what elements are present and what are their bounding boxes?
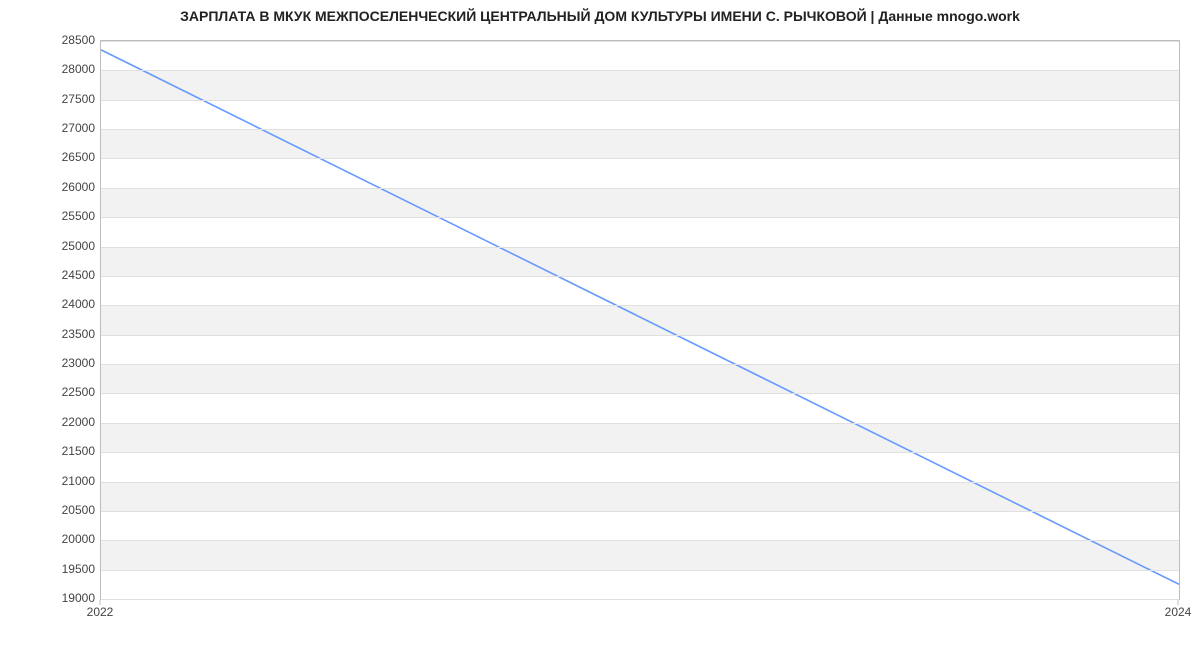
y-grid-line <box>101 452 1179 453</box>
y-grid-line <box>101 41 1179 42</box>
y-tick-label: 27500 <box>15 92 95 106</box>
y-grid-line <box>101 247 1179 248</box>
y-tick-label: 28000 <box>15 62 95 76</box>
y-grid-line <box>101 540 1179 541</box>
chart-container: ЗАРПЛАТА В МКУК МЕЖПОСЕЛЕНЧЕСКИЙ ЦЕНТРАЛ… <box>0 0 1200 650</box>
y-grid-line <box>101 511 1179 512</box>
y-tick-label: 27000 <box>15 121 95 135</box>
x-tick-label: 2024 <box>1165 605 1192 619</box>
y-tick-label: 21000 <box>15 474 95 488</box>
plot-area <box>100 40 1180 600</box>
y-grid-line <box>101 570 1179 571</box>
y-tick-label: 19500 <box>15 562 95 576</box>
y-grid-line <box>101 129 1179 130</box>
y-grid-line <box>101 393 1179 394</box>
y-tick-label: 19000 <box>15 591 95 605</box>
x-tick-label: 2022 <box>87 605 114 619</box>
y-grid-line <box>101 158 1179 159</box>
y-tick-label: 25000 <box>15 239 95 253</box>
y-grid-line <box>101 276 1179 277</box>
y-tick-label: 22000 <box>15 415 95 429</box>
y-grid-line <box>101 482 1179 483</box>
y-grid-line <box>101 188 1179 189</box>
y-tick-label: 26500 <box>15 150 95 164</box>
y-tick-label: 28500 <box>15 33 95 47</box>
y-tick-label: 25500 <box>15 209 95 223</box>
y-tick-label: 23000 <box>15 356 95 370</box>
y-grid-line <box>101 217 1179 218</box>
y-tick-label: 23500 <box>15 327 95 341</box>
y-grid-line <box>101 364 1179 365</box>
y-tick-label: 26000 <box>15 180 95 194</box>
y-grid-line <box>101 305 1179 306</box>
y-tick-label: 20000 <box>15 532 95 546</box>
y-grid-line <box>101 70 1179 71</box>
y-tick-label: 24000 <box>15 297 95 311</box>
y-grid-line <box>101 335 1179 336</box>
y-grid-line <box>101 100 1179 101</box>
y-tick-label: 20500 <box>15 503 95 517</box>
y-grid-line <box>101 599 1179 600</box>
y-tick-label: 24500 <box>15 268 95 282</box>
chart-title: ЗАРПЛАТА В МКУК МЕЖПОСЕЛЕНЧЕСКИЙ ЦЕНТРАЛ… <box>0 8 1200 24</box>
y-grid-line <box>101 423 1179 424</box>
y-tick-label: 21500 <box>15 444 95 458</box>
y-tick-label: 22500 <box>15 385 95 399</box>
line-series <box>101 41 1179 599</box>
